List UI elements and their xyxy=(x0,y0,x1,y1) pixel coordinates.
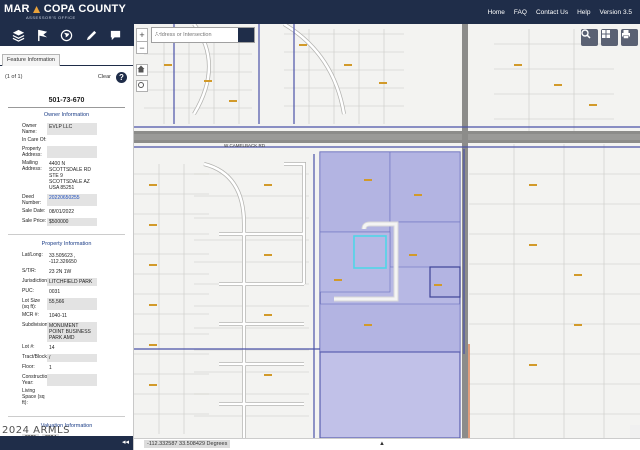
address-search-input[interactable] xyxy=(152,28,238,42)
lot-row: Lot #: 14 xyxy=(22,344,55,351)
chevron-up-icon[interactable]: ▲ xyxy=(379,441,385,447)
living-space-row: Living Space (sq ft): xyxy=(22,388,45,406)
selected-parcel[interactable] xyxy=(353,235,387,269)
mailing-address-row: Mailing Address: 4400 N SCOTTSDALE RD STE… xyxy=(22,160,133,192)
coordinate-readout: -112.332587 33.508429 Degrees xyxy=(144,440,231,448)
left-toolbar xyxy=(0,24,134,46)
mcr-row: MCR #: 1040-11 xyxy=(22,312,67,319)
zoom-in-button[interactable]: + xyxy=(137,29,147,41)
help-icon[interactable]: ? xyxy=(116,71,127,83)
in-care-of-row: In Care Of: xyxy=(22,137,47,143)
home-extent-icon[interactable] xyxy=(136,64,148,76)
collapse-panel-icon[interactable]: ◂◂ xyxy=(122,438,129,446)
nav-home[interactable]: Home xyxy=(488,9,505,16)
owner-name-value: EVLP LLC xyxy=(47,123,97,135)
property-address-row: Property Address: xyxy=(22,146,133,158)
brand-title: MAR ▲ COPA COUNTY xyxy=(4,2,126,16)
result-count-row: (1 of 1) Clear ? xyxy=(0,66,133,88)
search-icon xyxy=(581,29,591,39)
parcel-map: W CAMELBACK RD xyxy=(134,24,640,438)
basemap-grid-button[interactable] xyxy=(601,29,618,46)
address-search-box xyxy=(151,27,255,43)
search-icon xyxy=(152,28,161,37)
clear-link[interactable]: Clear xyxy=(98,74,111,80)
tab-feature-information[interactable]: Feature Information xyxy=(2,54,60,66)
deed-number-row: Deed Number: 20220650255 xyxy=(22,194,133,206)
flag-icon[interactable] xyxy=(35,27,51,43)
sale-date-row: Sale Date: 08/01/2022 xyxy=(22,208,75,215)
deed-number-link[interactable]: 20220650255 xyxy=(47,194,97,206)
app-root: MAR ▲ COPA COUNTY ASSESSOR'S OFFICE Home F… xyxy=(0,0,640,450)
tract-row: Tract/Block: / xyxy=(22,354,133,362)
brand-suffix: COPA COUNTY xyxy=(43,3,126,15)
mailing-address-value: 4400 N SCOTTSDALE RD STE 9 SCOTTSDALE AZ… xyxy=(49,161,91,191)
brand-mark-icon: ▲ xyxy=(30,2,43,16)
county-logo[interactable]: MAR ▲ COPA COUNTY ASSESSOR'S OFFICE xyxy=(0,2,126,20)
listing-watermark: 2024 ARMLS xyxy=(2,425,70,436)
road-label: W CAMELBACK RD xyxy=(224,143,266,148)
lot-size-row: Lot Size (sq ft): 55,566 xyxy=(22,298,133,310)
map-view[interactable]: W CAMELBACK RD + − xyxy=(134,24,640,438)
top-nav: Home FAQ Contact Us Help Version 3.5 xyxy=(488,0,632,24)
panel-footer: ◂◂ xyxy=(0,436,133,450)
owner-section-title: Owner Information xyxy=(43,112,90,118)
locate-icon[interactable] xyxy=(136,80,148,92)
zoom-control: + − xyxy=(136,28,148,54)
comment-icon[interactable] xyxy=(108,27,124,43)
nav-version[interactable]: Version 3.5 xyxy=(599,9,632,16)
brand-prefix: MAR xyxy=(4,3,30,15)
property-section-title: Property Information xyxy=(8,234,125,247)
pencil-icon[interactable] xyxy=(83,27,99,43)
print-button[interactable] xyxy=(621,29,638,46)
grid-icon xyxy=(602,30,610,38)
map-scrollbar[interactable] xyxy=(630,425,640,438)
search-submit-button[interactable] xyxy=(152,28,254,42)
coordinate-bar: -112.332587 33.508429 Degrees ▲ xyxy=(134,438,640,450)
zoom-out-button[interactable]: − xyxy=(137,41,147,53)
map-search-button[interactable] xyxy=(581,29,598,46)
latlong-row: Lat/Long: 33.505623 , -112.326650 xyxy=(22,252,77,265)
result-count: (1 of 1) xyxy=(5,74,23,80)
nav-help[interactable]: Help xyxy=(577,9,590,16)
jurisdiction-row: Jurisdiction: LITCHFIELD PARK xyxy=(22,278,133,286)
print-icon xyxy=(622,30,630,39)
owner-name-row: Owner Name: EVLP LLC xyxy=(22,123,133,135)
floor-row: Floor: 1 xyxy=(22,364,52,371)
str-row: S/T/R: 23 2N 1W xyxy=(22,268,72,275)
puc-row: PUC: 0031 xyxy=(22,288,61,295)
nav-contact[interactable]: Contact Us xyxy=(536,9,568,16)
globe-icon[interactable] xyxy=(59,27,75,43)
feature-info-panel: Feature Information (1 of 1) Clear ? 501… xyxy=(0,46,134,450)
nav-faq[interactable]: FAQ xyxy=(514,9,527,16)
business-park-parcels xyxy=(319,151,461,438)
subdivision-row: Subdivision: MONUMENT POINT BUSINESS PARK… xyxy=(22,322,133,342)
panel-tab-header: Feature Information xyxy=(0,46,133,66)
brand-subtitle: ASSESSOR'S OFFICE xyxy=(26,15,76,20)
parcel-number: 501-73-670 xyxy=(8,97,125,108)
construction-year-row: Construction Year: xyxy=(22,374,133,386)
header-bar: MAR ▲ COPA COUNTY ASSESSOR'S OFFICE Home F… xyxy=(0,0,640,24)
layers-icon[interactable] xyxy=(10,27,26,43)
sale-price-row: Sale Price: $500000 xyxy=(22,218,133,226)
